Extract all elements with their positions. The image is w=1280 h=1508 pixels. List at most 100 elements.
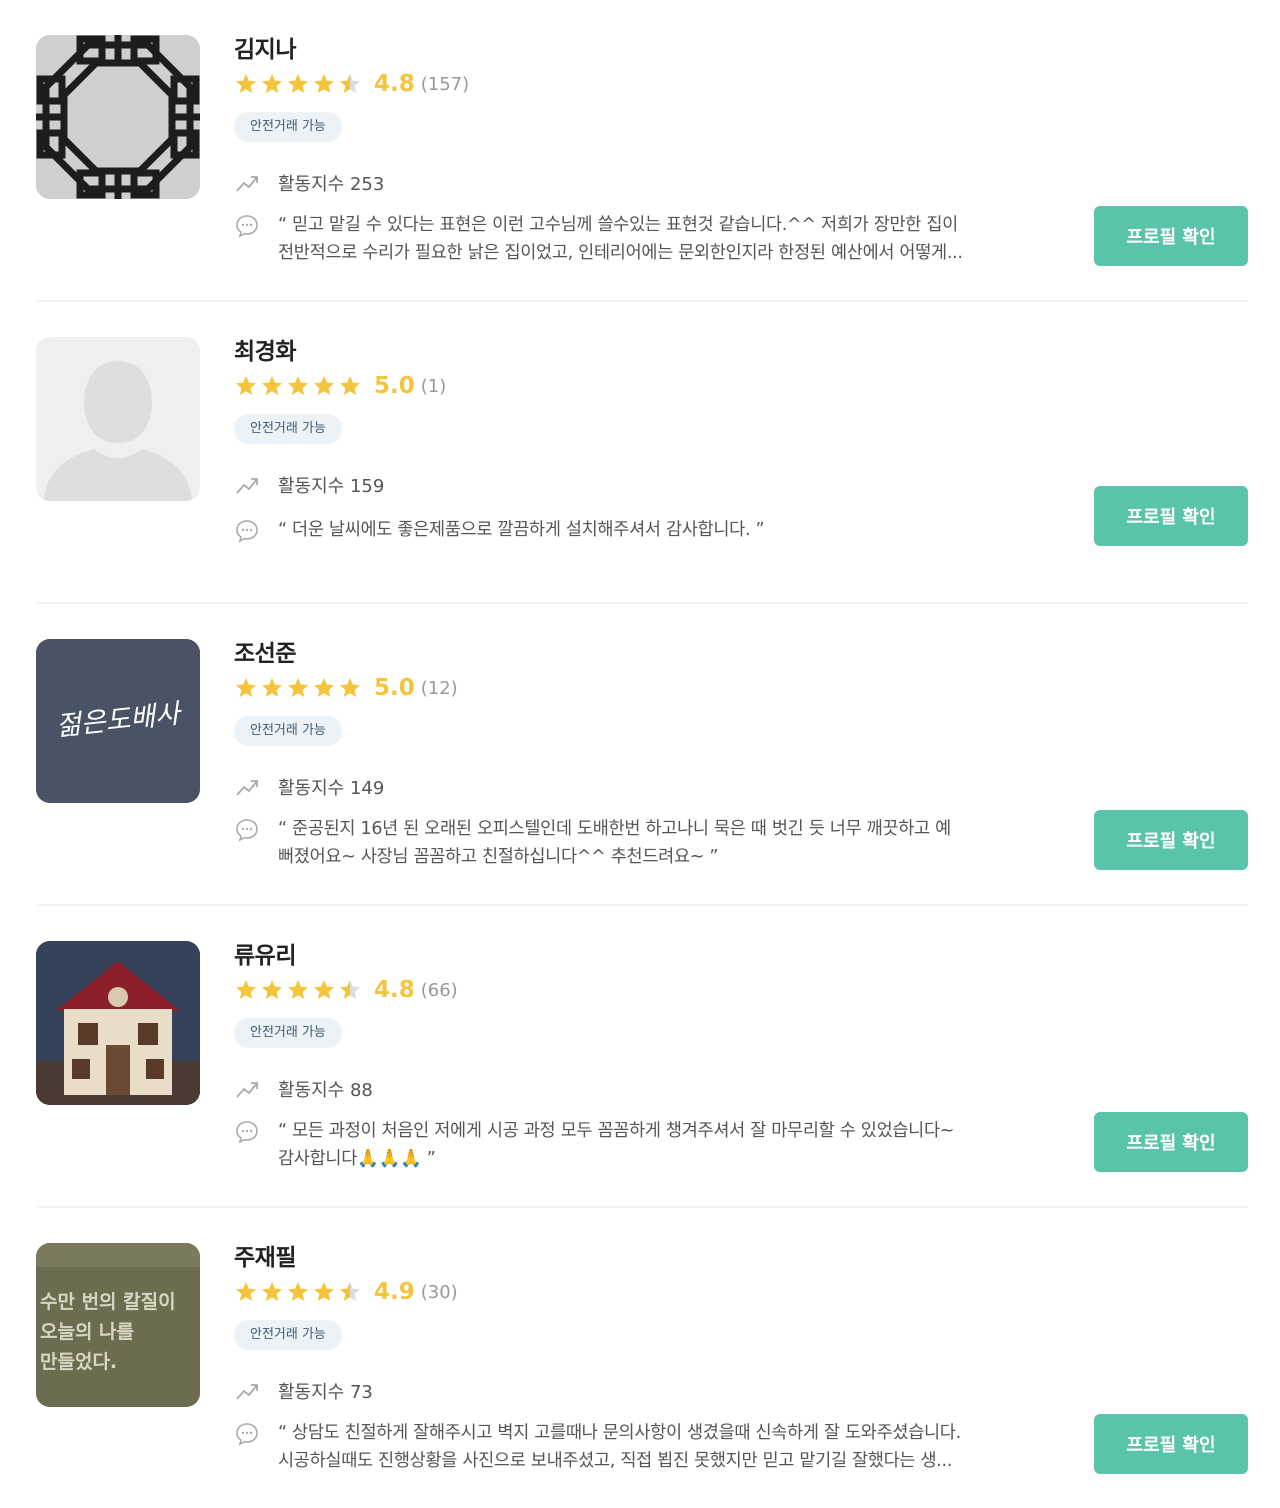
safe-trade-badge: 안전거래 가능 bbox=[234, 1018, 342, 1048]
expert-info: 조선준 5.0 (12) 안전거래 가능 bbox=[234, 638, 458, 746]
avatar[interactable] bbox=[36, 337, 200, 501]
safe-trade-badge: 안전거래 가능 bbox=[234, 414, 342, 444]
activity-score: 활동지수 73 bbox=[278, 1382, 373, 1403]
review-line: 뻐졌어요~ 사장님 꼼꼼하고 친절하십니다^^ 추천드려요~ ” bbox=[278, 847, 719, 867]
rating-score: 5.0 bbox=[374, 675, 415, 701]
rating-row: 4.9 (30) bbox=[234, 1274, 458, 1310]
review-snippet: “ 더운 날씨에도 좋은제품으로 깔끔하게 설치해주셔서 감사합니다. ” bbox=[234, 516, 1054, 544]
review-line: “ 모든 과정이 처음인 저에게 시공 과정 모두 꼼꼼하게 챙겨주셔서 잘 마… bbox=[278, 1121, 955, 1141]
activity-row: 활동지수 88 bbox=[234, 1076, 373, 1102]
activity-score: 활동지수 159 bbox=[278, 476, 385, 497]
trending-up-icon bbox=[236, 176, 258, 192]
star-icon bbox=[236, 376, 256, 395]
rating-row: 4.8 (157) bbox=[234, 66, 469, 102]
trending-up-icon bbox=[236, 1384, 258, 1400]
avatar[interactable] bbox=[36, 941, 200, 1105]
expert-card: 김지나 4.8 (157) 안전거래 가능 활동지수 253 “ 믿고 맡길 수… bbox=[36, 0, 1248, 302]
expert-name: 김지나 bbox=[234, 37, 296, 63]
star-icon bbox=[340, 74, 360, 93]
star-icon bbox=[314, 980, 334, 999]
star-rating bbox=[234, 72, 362, 96]
profile-check-button[interactable]: 프로필 확인 bbox=[1094, 486, 1248, 546]
star-icon bbox=[262, 376, 282, 395]
rating-score: 4.8 bbox=[374, 71, 415, 97]
rating-score: 5.0 bbox=[374, 373, 415, 399]
trending-up-icon bbox=[236, 478, 258, 494]
expert-name: 최경화 bbox=[234, 339, 296, 365]
star-icon bbox=[262, 980, 282, 999]
review-count: (66) bbox=[420, 979, 458, 1001]
window-lattice-image bbox=[36, 35, 200, 199]
review-snippet: “ 믿고 맡길 수 있다는 표현은 이런 고수님께 쓸수있는 표현것 같습니다.… bbox=[234, 211, 1054, 267]
review-snippet: “ 모든 과정이 처음인 저에게 시공 과정 모두 꼼꼼하게 챙겨주셔서 잘 마… bbox=[234, 1117, 1054, 1173]
star-icon bbox=[262, 74, 282, 93]
star-icon bbox=[314, 376, 334, 395]
review-snippet: “ 준공된지 16년 된 오래된 오피스텔인데 도배한번 하고나니 묵은 때 벗… bbox=[234, 815, 1054, 871]
profile-check-button[interactable]: 프로필 확인 bbox=[1094, 810, 1248, 870]
star-rating bbox=[234, 676, 362, 700]
activity-score: 활동지수 88 bbox=[278, 1080, 373, 1101]
safe-trade-badge: 안전거래 가능 bbox=[234, 716, 342, 746]
star-icon bbox=[340, 376, 360, 395]
expert-info: 주재필 4.9 (30) 안전거래 가능 bbox=[234, 1242, 458, 1350]
trending-up-icon bbox=[236, 780, 258, 796]
activity-row: 활동지수 149 bbox=[234, 774, 384, 800]
rating-row: 5.0 (12) bbox=[234, 670, 458, 706]
rating-score: 4.8 bbox=[374, 977, 415, 1003]
expert-info: 최경화 5.0 (1) 안전거래 가능 bbox=[234, 336, 446, 444]
activity-row: 활동지수 253 bbox=[234, 170, 384, 196]
review-line: “ 준공된지 16년 된 오래된 오피스텔인데 도배한번 하고나니 묵은 때 벗… bbox=[278, 819, 951, 839]
avatar[interactable]: 수만 번의 칼질이 오늘의 나를 만들었다. bbox=[36, 1243, 200, 1407]
review-line: “ 더운 날씨에도 좋은제품으로 깔끔하게 설치해주셔서 감사합니다. ” bbox=[278, 520, 765, 540]
star-icon bbox=[288, 678, 308, 697]
profile-check-button[interactable]: 프로필 확인 bbox=[1094, 1112, 1248, 1172]
star-icon bbox=[288, 1282, 308, 1301]
star-rating bbox=[234, 374, 362, 398]
trending-up-icon bbox=[236, 1082, 258, 1098]
review-count: (30) bbox=[420, 1281, 458, 1303]
profile-check-button[interactable]: 프로필 확인 bbox=[1094, 1414, 1248, 1474]
star-icon bbox=[236, 980, 256, 999]
expert-name: 조선준 bbox=[234, 641, 296, 667]
avatar-logo-text: 젊은도배사 bbox=[54, 698, 182, 743]
star-icon bbox=[314, 678, 334, 697]
review-count: (12) bbox=[420, 677, 458, 699]
star-icon bbox=[314, 74, 334, 93]
star-icon bbox=[262, 678, 282, 697]
chat-bubble-icon bbox=[236, 215, 258, 238]
star-icon bbox=[288, 980, 308, 999]
expert-card: 류유리 4.8 (66) 안전거래 가능 활동지수 88 “ 모든 과정이 처음… bbox=[36, 906, 1248, 1208]
default-person-icon bbox=[36, 337, 200, 501]
expert-card: 수만 번의 칼질이 오늘의 나를 만들었다. 주재필 4.9 (30) 안전거래… bbox=[36, 1208, 1248, 1508]
expert-card: 최경화 5.0 (1) 안전거래 가능 활동지수 159 “ 더운 날씨에도 좋… bbox=[36, 302, 1248, 604]
star-rating bbox=[234, 1280, 362, 1304]
avatar[interactable] bbox=[36, 35, 200, 199]
avatar-text-line: 오늘의 나를 bbox=[40, 1321, 135, 1343]
expert-name: 주재필 bbox=[234, 1245, 296, 1271]
rating-row: 4.8 (66) bbox=[234, 972, 458, 1008]
review-line: “ 상담도 친절하게 잘해주시고 벽지 고를때나 문의사항이 생겼을때 신속하게… bbox=[278, 1423, 961, 1443]
rating-score: 4.9 bbox=[374, 1279, 415, 1305]
activity-row: 활동지수 159 bbox=[234, 472, 384, 498]
review-line: 시공하실때도 진행상황을 사진으로 보내주셨고, 직접 뵙진 못했지만 믿고 맡… bbox=[278, 1451, 953, 1471]
safe-trade-badge: 안전거래 가능 bbox=[234, 112, 342, 142]
expert-info: 류유리 4.8 (66) 안전거래 가능 bbox=[234, 940, 458, 1048]
profile-check-button[interactable]: 프로필 확인 bbox=[1094, 206, 1248, 266]
rating-row: 5.0 (1) bbox=[234, 368, 446, 404]
avatar-text-line: 수만 번의 칼질이 bbox=[40, 1291, 176, 1313]
avatar-embroidered-text: 수만 번의 칼질이 오늘의 나를 만들었다. bbox=[40, 1287, 176, 1377]
activity-row: 활동지수 73 bbox=[234, 1378, 373, 1404]
star-icon bbox=[288, 74, 308, 93]
review-line: 감사합니다🙏🙏🙏 ” bbox=[278, 1149, 436, 1169]
star-icon bbox=[314, 1282, 334, 1301]
activity-score: 활동지수 253 bbox=[278, 174, 385, 195]
star-icon bbox=[236, 678, 256, 697]
expert-info: 김지나 4.8 (157) 안전거래 가능 bbox=[234, 34, 469, 142]
activity-score: 활동지수 149 bbox=[278, 778, 385, 799]
review-count: (1) bbox=[420, 375, 447, 397]
expert-list: 김지나 4.8 (157) 안전거래 가능 활동지수 253 “ 믿고 맡길 수… bbox=[36, 0, 1248, 1508]
star-icon bbox=[236, 1282, 256, 1301]
star-icon bbox=[340, 678, 360, 697]
avatar[interactable]: 젊은도배사 bbox=[36, 639, 200, 803]
star-icon bbox=[236, 74, 256, 93]
